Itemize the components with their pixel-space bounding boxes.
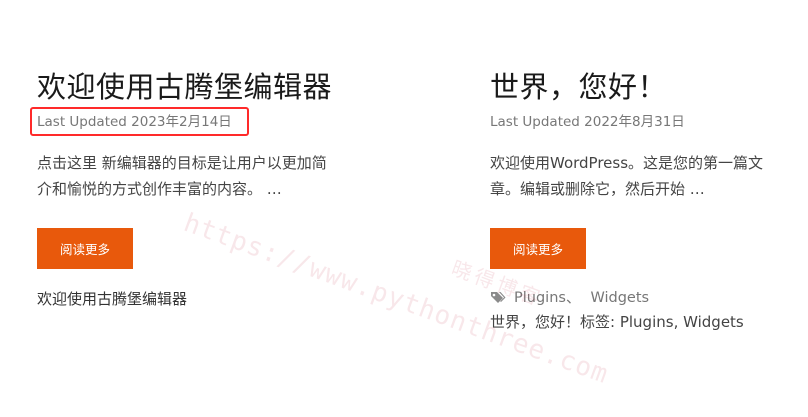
- post-footer-text: 欢迎使用古腾堡编辑器: [37, 290, 188, 308]
- footer-prefix: 世界，您好！标签:: [490, 313, 620, 331]
- excerpt-line: 欢迎使用WordPress。这是您的第一篇文: [490, 154, 764, 172]
- excerpt-line: 点击这里 新编辑器的目标是让用户以更加简: [37, 154, 327, 172]
- post-tags: Plugins 、 Widgets: [490, 287, 649, 308]
- footer-tag-plugins[interactable]: Plugins: [620, 313, 674, 331]
- tag-separator: 、: [565, 291, 581, 307]
- tags-icon: [490, 291, 506, 305]
- excerpt-line: 章。编辑或删除它，然后开始 …: [490, 180, 705, 198]
- post-title[interactable]: 世界，您好！: [490, 64, 667, 106]
- footer-tag-widgets[interactable]: Widgets: [683, 313, 744, 331]
- excerpt-line: 介和愉悦的方式创作丰富的内容。 …: [37, 180, 282, 198]
- footer-comma: ,: [673, 313, 684, 331]
- read-more-button[interactable]: 阅读更多: [490, 228, 586, 269]
- tag-link-plugins[interactable]: Plugins: [514, 290, 566, 306]
- read-more-button[interactable]: 阅读更多: [37, 228, 133, 269]
- tag-link-widgets[interactable]: Widgets: [590, 290, 649, 306]
- post-title[interactable]: 欢迎使用古腾堡编辑器: [37, 64, 332, 106]
- post-footer-tags: 世界，您好！标签: Plugins, Widgets: [490, 311, 744, 332]
- post-excerpt: 欢迎使用WordPress。这是您的第一篇文 章。编辑或删除它，然后开始 …: [490, 150, 763, 202]
- annotation-highlight-box: [30, 107, 249, 136]
- post-excerpt: 点击这里 新编辑器的目标是让用户以更加简 介和愉悦的方式创作丰富的内容。 …: [37, 150, 327, 202]
- post-last-updated: Last Updated 2022年8月31日: [490, 114, 685, 130]
